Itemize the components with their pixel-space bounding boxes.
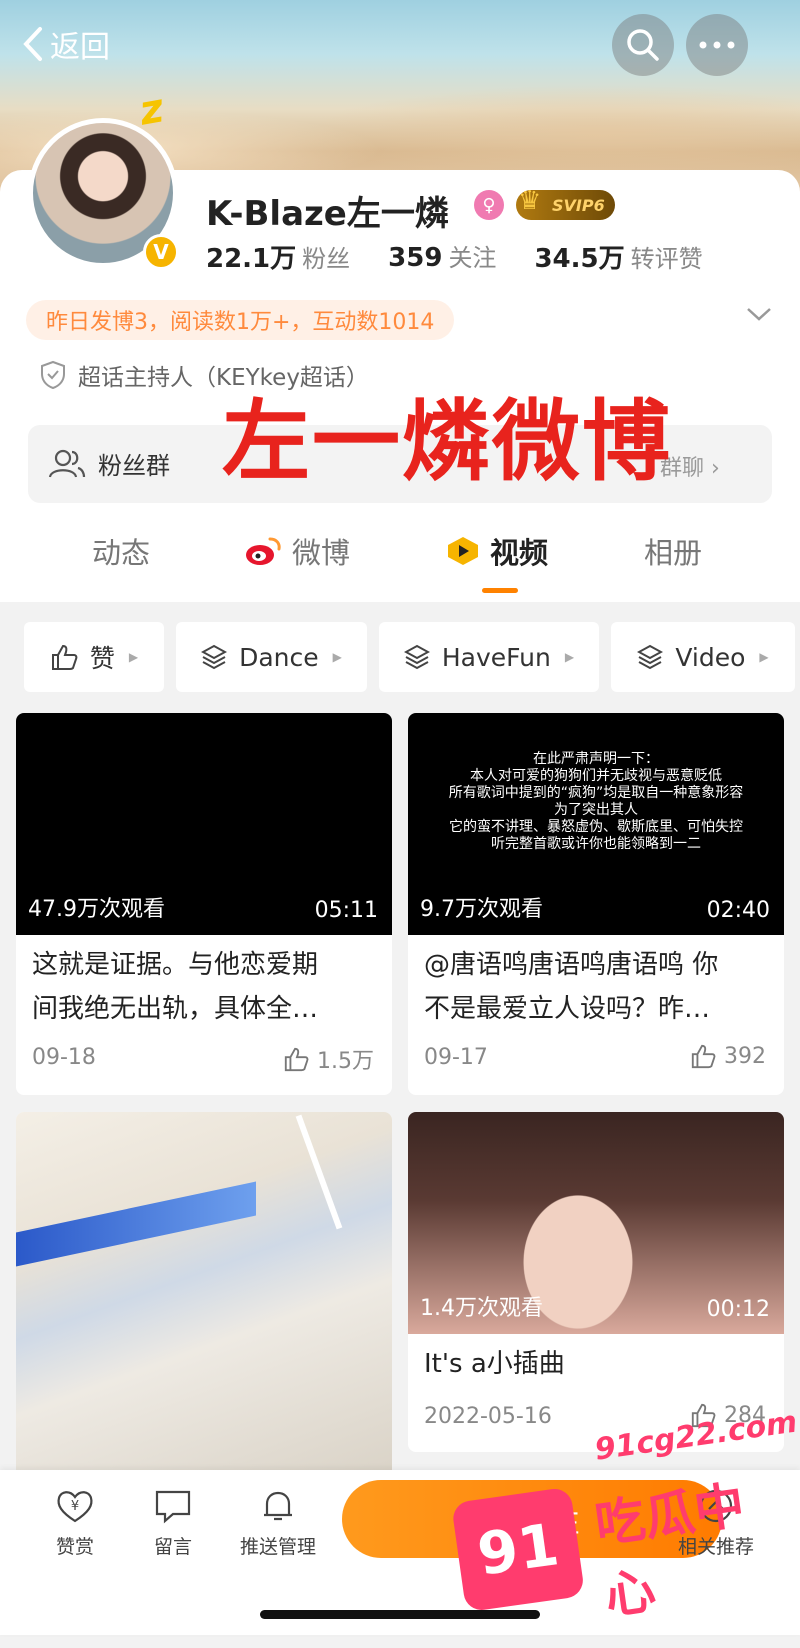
female-icon: ♀ [474, 190, 504, 220]
bell-plus-icon [264, 1491, 292, 1521]
tab-album[interactable]: 相册 [644, 530, 702, 572]
svg-text:¥: ¥ [71, 1499, 79, 1514]
video-date: 09-17 [424, 1045, 488, 1070]
watermark-number: 91 [451, 1486, 586, 1613]
verified-badge: V [143, 234, 179, 270]
host-label: 超话主持人（KEYkey超话） [78, 365, 369, 391]
filter-video[interactable]: Video ▶ [611, 622, 795, 692]
like-button[interactable]: 1.5万 [283, 1043, 374, 1075]
chevron-down-icon [747, 308, 771, 321]
stat-following[interactable]: 359 关注 [388, 238, 496, 275]
stat-followers[interactable]: 22.1万 粉丝 [206, 238, 350, 275]
duration: 02:40 [706, 898, 770, 923]
caret-right-icon: ▶ [564, 650, 575, 664]
caret-right-icon: ▶ [332, 650, 342, 664]
tab-video[interactable]: 视频 [446, 530, 548, 572]
profile-tabs: 动态 微博 视频 相册 [0, 530, 800, 600]
fan-group[interactable]: 粉丝群 [48, 446, 170, 481]
push-settings-button[interactable]: 推送管理 [228, 1488, 328, 1559]
caret-right-icon: ▶ [759, 650, 769, 664]
filter-likes[interactable]: 赞 ▶ [24, 622, 164, 692]
video-title: 这就是证据。与他恋爱期 间我绝无出轨，具体全… [32, 950, 319, 1024]
video-title: It's a小插曲 [424, 1349, 565, 1379]
view-count: 9.7万次观看 [420, 897, 543, 922]
stat-interactions[interactable]: 34.5万 转评赞 [534, 238, 702, 275]
search-icon [627, 29, 659, 61]
supertopic-host[interactable]: 超话主持人（KEYkey超话） [40, 358, 369, 392]
filter-havefun[interactable]: HaveFun ▶ [379, 622, 599, 692]
profile-name: K-Blaze左一燐 [206, 194, 449, 234]
shield-icon [41, 360, 65, 390]
video-date: 2022-05-16 [424, 1404, 552, 1429]
video-thumbnail[interactable]: 1.4万次观看 00:12 [408, 1112, 784, 1334]
overlay-title: 左一燐微博 [222, 390, 673, 493]
profile-stats: 22.1万 粉丝 359 关注 34.5万 转评赞 [206, 238, 703, 275]
vip-badge[interactable]: ♛ SVIP6 [516, 186, 615, 220]
duration: 05:11 [314, 898, 378, 923]
thumbs-up-icon [51, 644, 78, 670]
video-thumbnail[interactable]: 在此严肃声明一下： 本人对可爱的狗狗们并无歧视与恶意贬低 所有歌词中提到的“疯狗… [408, 713, 784, 935]
video-thumbnail[interactable] [16, 1112, 392, 1482]
more-icon [699, 41, 735, 49]
like-button[interactable]: 392 [690, 1043, 766, 1069]
caret-right-icon: ▶ [128, 650, 139, 664]
vip-label: SVIP6 [552, 195, 605, 215]
view-count: 1.4万次观看 [420, 1296, 543, 1321]
layers-icon [201, 644, 228, 670]
reward-button[interactable]: ¥ 赞赏 [30, 1488, 120, 1559]
layers-icon [403, 644, 430, 670]
video-card[interactable] [16, 1112, 392, 1482]
video-title: @唐语鸣唐语鸣唐语鸣 你不是最爱立人设吗？昨… [424, 950, 719, 1024]
video-thumbnail[interactable]: 47.9万次观看 05:11 [16, 713, 392, 935]
video-date: 09-18 [32, 1045, 96, 1070]
video-card[interactable]: 在此严肃声明一下： 本人对可爱的狗狗们并无歧视与恶意贬低 所有歌词中提到的“疯狗… [408, 713, 784, 1095]
studio-light-decoration [295, 1114, 343, 1230]
video-play-icon [448, 537, 478, 565]
filter-dance[interactable]: Dance ▶ [176, 622, 367, 692]
message-button[interactable]: 留言 [128, 1488, 218, 1559]
video-notice-text: 在此严肃声明一下： 本人对可爱的狗狗们并无歧视与恶意贬低 所有歌词中提到的“疯狗… [448, 751, 744, 852]
video-card[interactable]: 1.4万次观看 00:12 It's a小插曲 2022-05-16 284 [408, 1112, 784, 1452]
back-button[interactable]: 返回 [22, 20, 110, 68]
tab-weibo[interactable]: 微博 [244, 530, 350, 572]
search-button[interactable] [612, 14, 674, 76]
weibo-icon [246, 537, 281, 565]
chevron-left-icon [23, 27, 42, 61]
video-card[interactable]: 47.9万次观看 05:11 这就是证据。与他恋爱期 间我绝无出轨，具体全… 09… [16, 713, 392, 1095]
back-label: 返回 [50, 30, 110, 65]
thumbs-up-icon [284, 1047, 309, 1072]
crown-icon: ♛ [518, 186, 542, 216]
view-count: 47.9万次观看 [28, 897, 165, 922]
fan-group-label: 粉丝群 [98, 452, 170, 480]
more-button[interactable] [686, 14, 748, 76]
expand-button[interactable] [746, 306, 772, 326]
group-icon [48, 449, 86, 477]
tab-feed[interactable]: 动态 [92, 530, 150, 572]
layers-icon [637, 644, 664, 670]
studio-light-decoration [16, 1181, 256, 1267]
duration: 00:12 [706, 1297, 770, 1322]
active-tab-indicator [482, 588, 518, 593]
heart-yen-icon: ¥ [57, 1491, 93, 1523]
comment-icon [155, 1490, 191, 1524]
activity-summary[interactable]: 昨日发博3，阅读数1万+，互动数1014 [26, 300, 455, 340]
watermark-text: 吃瓜中心 [591, 1475, 749, 1626]
thumbs-up-icon [691, 1044, 716, 1069]
